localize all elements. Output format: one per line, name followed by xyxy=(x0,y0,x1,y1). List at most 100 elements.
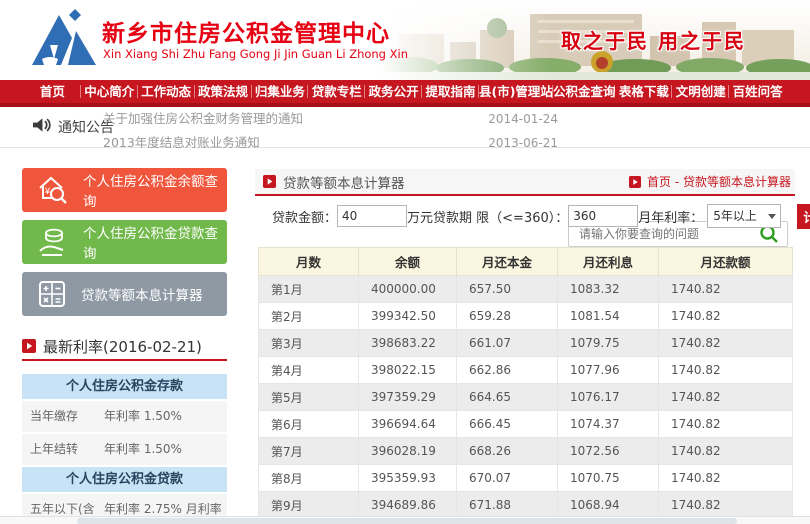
cell-payment: 1740.82 xyxy=(659,330,793,357)
rate-label: 年利率： xyxy=(651,207,703,226)
cell-interest: 1083.32 xyxy=(558,276,659,303)
notice-bar: 通知公告 关于加强住房公积金财务管理的通知 2014-01-24 2013年度结… xyxy=(0,107,810,148)
sidebar-button-loan-query[interactable]: 个人住房公积金贷款查询 xyxy=(22,220,227,264)
rate-row: 当年缴存 年利率 1.50% xyxy=(22,401,227,432)
notice-link[interactable]: 2013年度结息对账业务通知 xyxy=(103,131,260,148)
notice-link[interactable]: 关于加强住房公积金财务管理的通知 xyxy=(103,107,303,131)
cell-balance: 400000.00 xyxy=(359,276,457,303)
cell-payment: 1740.82 xyxy=(659,357,793,384)
cell-principal: 670.07 xyxy=(457,465,558,492)
sidebar-button-calculator[interactable]: 贷款等额本息计算器 xyxy=(22,272,227,316)
table-header-cell: 余额 xyxy=(359,248,457,276)
cell-principal: 666.45 xyxy=(457,411,558,438)
site-title: 新乡市住房公积金管理中心 xyxy=(102,14,390,48)
table-row: 第3月 398683.22 661.07 1079.75 1740.82 xyxy=(259,330,793,357)
rate-name: 当年缴存 xyxy=(22,401,100,432)
rate-value: 年利率 1.50% xyxy=(100,401,227,432)
cell-payment: 1740.82 xyxy=(659,438,793,465)
calculator-icon xyxy=(36,278,68,310)
cell-interest: 1076.17 xyxy=(558,384,659,411)
nav-item[interactable]: 首页 xyxy=(24,80,81,103)
notice-date: 2013-06-21 xyxy=(488,131,558,148)
cell-balance: 397359.29 xyxy=(359,384,457,411)
rates-loan-header: 个人住房公积金贷款 xyxy=(22,467,227,492)
panel-title-wrap: 贷款等额本息计算器 xyxy=(263,169,405,194)
cell-payment: 1740.82 xyxy=(659,276,793,303)
cell-balance: 395359.93 xyxy=(359,465,457,492)
cell-balance: 398022.15 xyxy=(359,357,457,384)
table-header-cell: 月数 xyxy=(259,248,359,276)
red-bullet-icon xyxy=(263,175,276,188)
speaker-icon xyxy=(32,116,51,138)
nav-item[interactable]: 政策法规 xyxy=(195,80,252,103)
cell-interest: 1072.56 xyxy=(558,438,659,465)
breadcrumb-text: 首页 - 贷款等额本息计算器 xyxy=(647,173,791,190)
nav-item[interactable]: 百姓问答 xyxy=(729,80,786,103)
nav-item[interactable]: 中心简介 xyxy=(81,80,138,103)
calculate-button[interactable]: 计算 xyxy=(797,204,810,229)
table-row: 第4月 398022.15 662.86 1077.96 1740.82 xyxy=(259,357,793,384)
panel-title: 贷款等额本息计算器 xyxy=(283,172,405,192)
scrollbar-thumb[interactable] xyxy=(77,518,737,524)
table-header-row: 月数余额月还本金月还利息月还款额 xyxy=(259,248,793,276)
table-row: 第6月 396694.64 666.45 1074.37 1740.82 xyxy=(259,411,793,438)
cell-month: 第8月 xyxy=(259,465,359,492)
sidebar-button-balance-query[interactable]: ¥ 个人住房公积金余额查询 xyxy=(22,168,227,212)
cell-month: 第4月 xyxy=(259,357,359,384)
amount-unit: 万元 xyxy=(407,207,433,226)
nav-item[interactable]: 表格下载 xyxy=(615,80,672,103)
panel-header: 贷款等额本息计算器 首页 - 贷款等额本息计算器 xyxy=(255,169,795,196)
table-row: 第5月 397359.29 664.65 1076.17 1740.82 xyxy=(259,384,793,411)
nav-item[interactable]: 工作动态 xyxy=(138,80,195,103)
cell-payment: 1740.82 xyxy=(659,303,793,330)
cell-balance: 399342.50 xyxy=(359,303,457,330)
amount-label: 贷款金额： xyxy=(272,207,337,226)
cell-month: 第9月 xyxy=(259,492,359,519)
rate-name: 上年结转 xyxy=(22,434,100,465)
cell-principal: 671.88 xyxy=(457,492,558,519)
table-body: 第1月 400000.00 657.50 1083.32 1740.82 第2月… xyxy=(259,276,793,524)
header-photo: 取之于民 用之于民 xyxy=(380,0,810,80)
term-label: 贷款期 限（<=360）： xyxy=(433,207,568,226)
nav-item[interactable]: 文明创建 xyxy=(672,80,729,103)
cell-balance: 398683.22 xyxy=(359,330,457,357)
page: 取之于民 用之于民 新乡市住房公积金管理中心 Xin Xiang Shi Zhu… xyxy=(0,0,810,524)
cell-payment: 1740.82 xyxy=(659,384,793,411)
cell-month: 第3月 xyxy=(259,330,359,357)
cell-interest: 1068.94 xyxy=(558,492,659,519)
nav-item[interactable]: 政务公开 xyxy=(365,80,422,103)
sidebar-button-label: 个人住房公积金贷款查询 xyxy=(83,222,227,262)
sidebar-button-label: 个人住房公积金余额查询 xyxy=(83,170,227,210)
loan-amount-input[interactable] xyxy=(337,205,407,227)
term-unit: 月 xyxy=(638,207,651,226)
red-bullet-icon xyxy=(22,339,36,353)
header-slogan: 取之于民 用之于民 xyxy=(561,25,746,54)
house-magnifier-icon: ¥ xyxy=(36,174,70,206)
loan-term-input[interactable] xyxy=(568,205,638,227)
rates-table: 个人住房公积金存款 当年缴存 年利率 1.50% 上年结转 年利率 1.50% … xyxy=(22,374,227,524)
nav-item[interactable]: 提取指南 xyxy=(422,80,479,103)
cell-payment: 1740.82 xyxy=(659,492,793,519)
table-header-cell: 月还款额 xyxy=(659,248,793,276)
nav-item[interactable]: 公积金查询 xyxy=(553,80,616,103)
cell-payment: 1740.82 xyxy=(659,465,793,492)
cell-principal: 661.07 xyxy=(457,330,558,357)
cell-balance: 396028.19 xyxy=(359,438,457,465)
notice-item: 关于加强住房公积金财务管理的通知 2014-01-24 xyxy=(103,107,558,131)
notice-item: 2013年度结息对账业务通知 2013-06-21 xyxy=(103,131,558,148)
cell-month: 第7月 xyxy=(259,438,359,465)
breadcrumb[interactable]: 首页 - 贷款等额本息计算器 xyxy=(629,169,791,194)
nav-item[interactable]: 贷款专栏 xyxy=(308,80,365,103)
nav-item[interactable]: 县(市)管理站 xyxy=(479,80,553,103)
sidebar-button-label: 贷款等额本息计算器 xyxy=(81,284,203,304)
svg-text:¥: ¥ xyxy=(44,186,51,196)
latest-rates-title: 最新利率(2016-02-21) xyxy=(43,336,202,357)
cell-month: 第2月 xyxy=(259,303,359,330)
latest-rates-header: 最新利率(2016-02-21) xyxy=(22,334,227,358)
header: 取之于民 用之于民 新乡市住房公积金管理中心 Xin Xiang Shi Zhu… xyxy=(0,0,810,80)
rate-select[interactable]: 5年以上 xyxy=(707,204,781,228)
horizontal-scrollbar xyxy=(0,516,810,524)
table-header-cell: 月还本金 xyxy=(457,248,558,276)
nav-item[interactable]: 归集业务 xyxy=(252,80,309,103)
amortization-table: 月数余额月还本金月还利息月还款额 第1月 400000.00 657.50 10… xyxy=(258,247,793,524)
